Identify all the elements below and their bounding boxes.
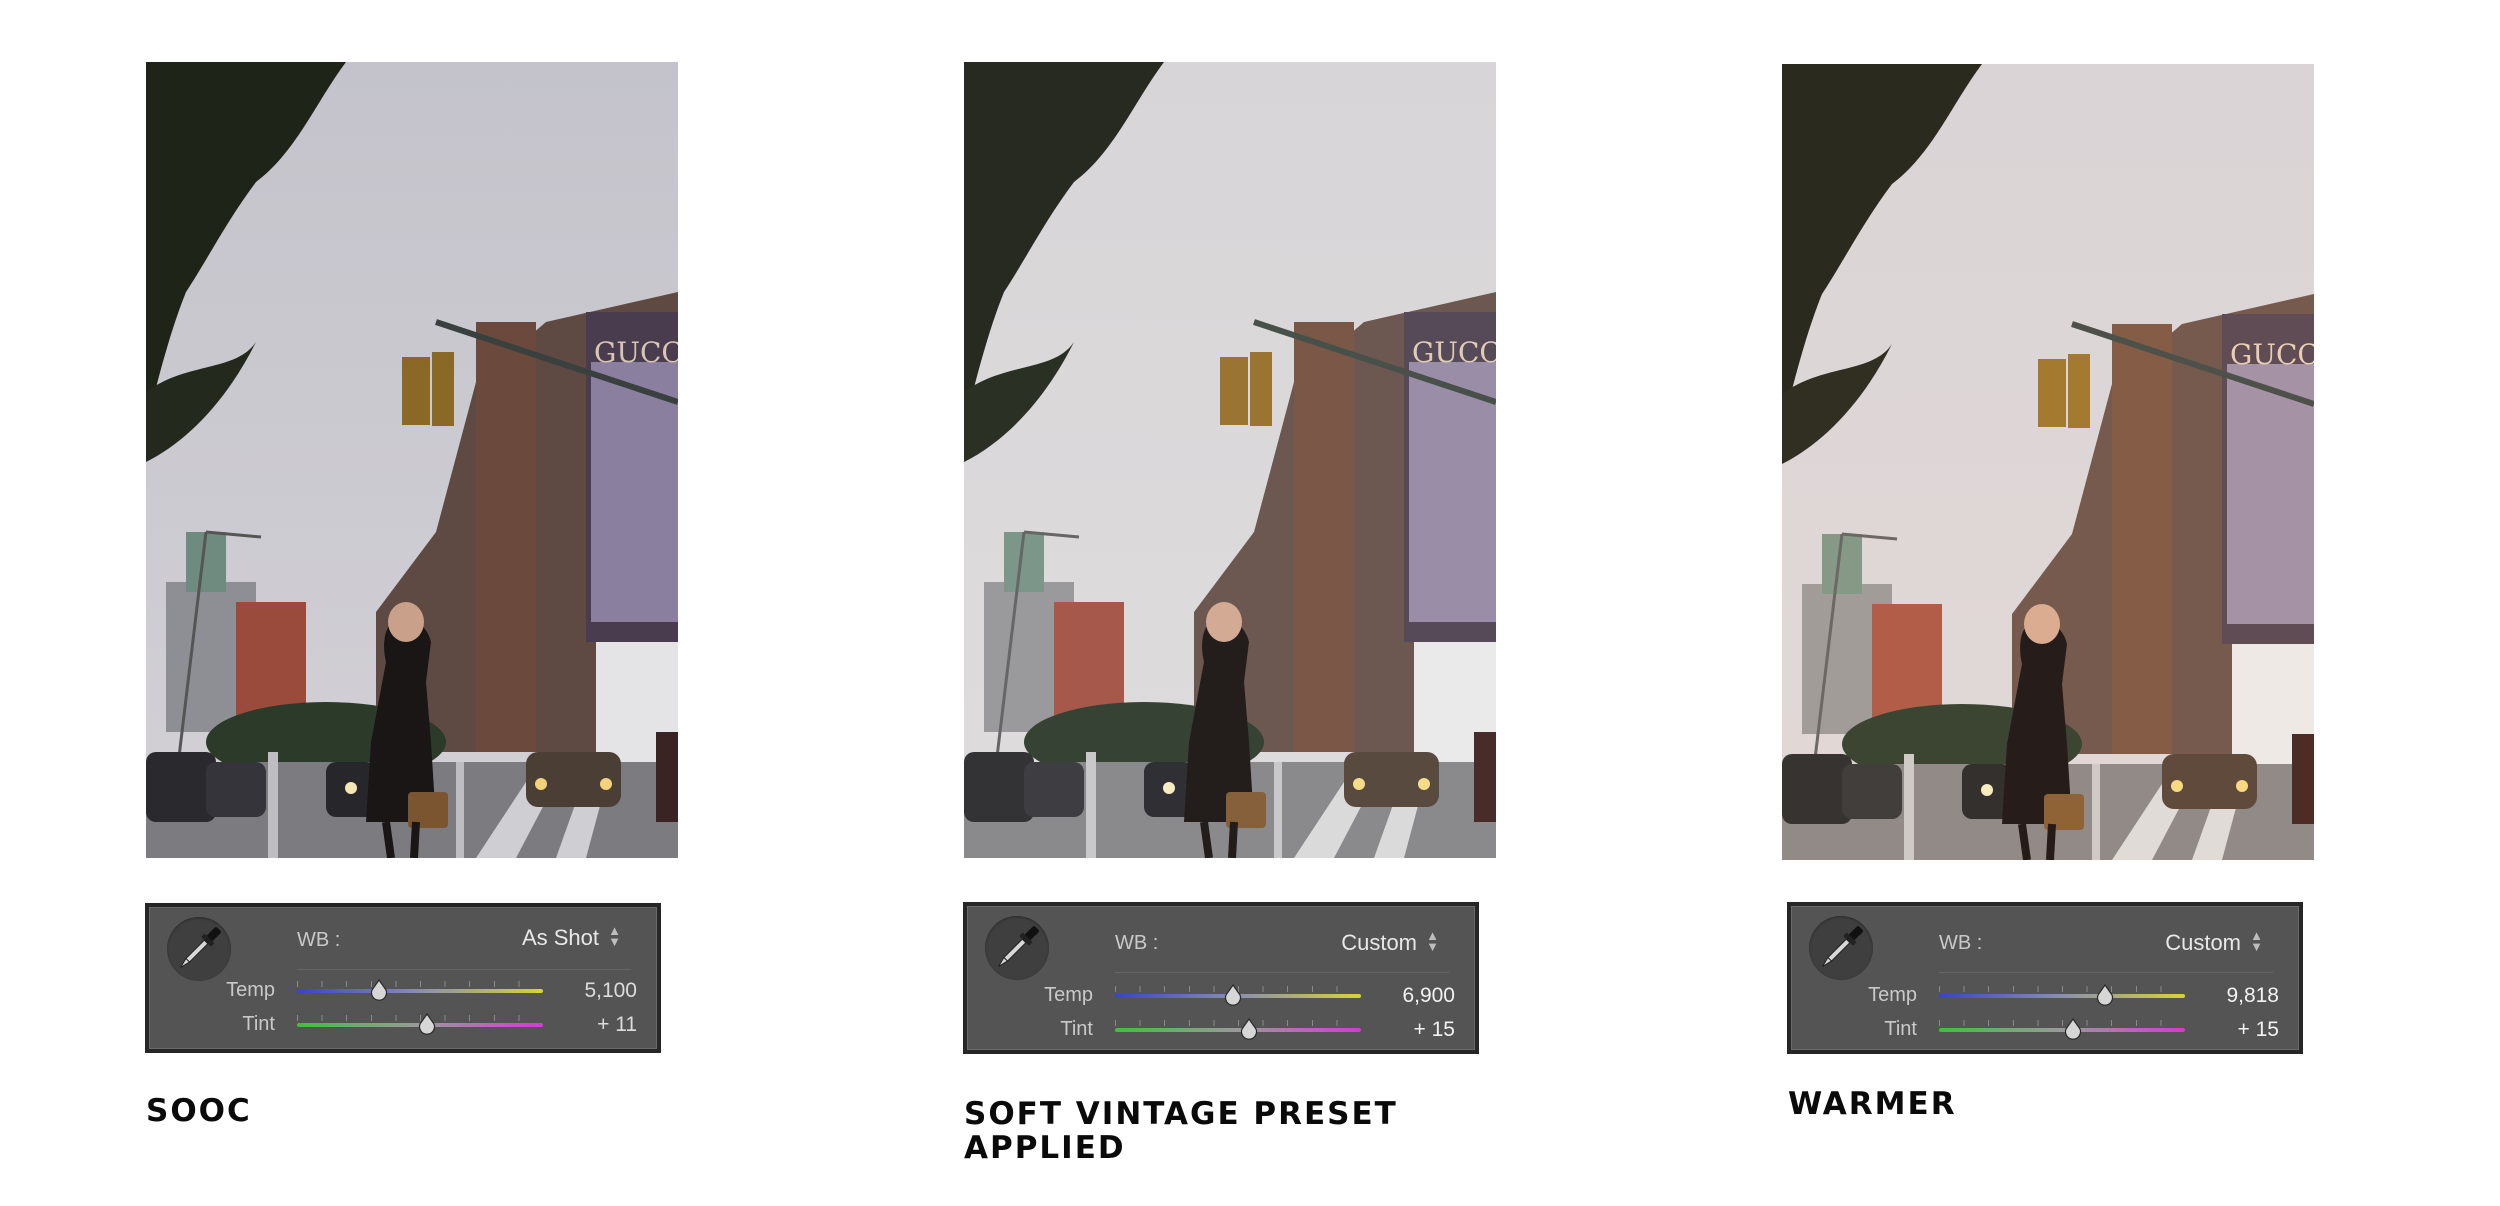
photo-soft-vintage: GUCCI: [964, 62, 1496, 858]
tint-label: Tint: [1060, 1018, 1093, 1040]
billboard-text: GUCCI: [594, 336, 678, 369]
caption-warmer: WARMER: [1788, 1086, 1957, 1122]
wb-mode-select[interactable]: As Shot: [522, 925, 599, 951]
eyedropper-button[interactable]: [167, 917, 231, 981]
slider-thumb-icon: [2064, 1018, 2082, 1040]
temp-slider-thumb[interactable]: [369, 979, 389, 1001]
tint-slider[interactable]: [1939, 1028, 2185, 1032]
billboard-text: GUCCI: [1412, 336, 1496, 369]
photo-sooc: GUCCI: [146, 62, 678, 858]
tint-slider-thumb[interactable]: [1239, 1018, 1259, 1040]
slider-thumb-icon: [2096, 984, 2114, 1006]
tint-value[interactable]: + 15: [2179, 1018, 2279, 1042]
tint-label: Tint: [1884, 1018, 1917, 1040]
temp-label: Temp: [226, 979, 275, 1001]
slider-thumb-icon: [1224, 984, 1242, 1006]
wb-panel-soft-vintage: WB : Custom ▲ ▼ Temp 6,900 Tint + 15: [963, 902, 1479, 1054]
slider-thumb-icon: [418, 1013, 436, 1035]
caption-sooc: SOOC: [146, 1093, 252, 1129]
caption-soft-vintage: SOFT VINTAGE PRESET APPLIED: [964, 1096, 1398, 1166]
wb-panel-sooc: WB : As Shot ▲ ▼ Temp 5,100 Tint + 11: [145, 903, 661, 1053]
temp-slider[interactable]: [297, 989, 543, 993]
billboard-text: GUCCI: [2230, 338, 2314, 371]
wb-label: WB :: [1115, 932, 1159, 954]
slider-thumb-icon: [370, 979, 388, 1001]
temp-slider-thumb[interactable]: [2095, 984, 2115, 1006]
temp-slider[interactable]: [1939, 994, 2185, 998]
wb-mode-select[interactable]: Custom: [1341, 930, 1417, 956]
tint-label: Tint: [242, 1013, 275, 1035]
temp-value[interactable]: 5,100: [537, 979, 637, 1003]
temp-label: Temp: [1044, 984, 1093, 1006]
eyedropper-icon: [180, 927, 221, 968]
tint-value[interactable]: + 15: [1355, 1018, 1455, 1042]
wb-label: WB :: [297, 929, 341, 951]
tint-slider-thumb[interactable]: [2063, 1018, 2083, 1040]
temp-ticks: [1939, 986, 2185, 992]
photo-warmer: GUCCI: [1782, 64, 2314, 860]
tint-value[interactable]: + 11: [537, 1013, 637, 1037]
street-photo: GUCCI: [1782, 64, 2314, 860]
eyedropper-icon: [1822, 926, 1863, 967]
tint-ticks: [1115, 1020, 1361, 1026]
temp-label: Temp: [1868, 984, 1917, 1006]
temp-value[interactable]: 9,818: [2179, 984, 2279, 1008]
temp-slider-thumb[interactable]: [1223, 984, 1243, 1006]
eyedropper-button[interactable]: [1809, 916, 1873, 980]
eyedropper-icon: [998, 926, 1039, 967]
temp-value[interactable]: 6,900: [1355, 984, 1455, 1008]
divider: [1115, 972, 1449, 973]
divider: [297, 969, 631, 970]
street-photo: GUCCI: [964, 62, 1496, 858]
temp-ticks: [297, 981, 543, 987]
tint-ticks: [1939, 1020, 2185, 1026]
divider: [1939, 972, 2273, 973]
tint-slider[interactable]: [1115, 1028, 1361, 1032]
up-down-arrows-icon[interactable]: ▲ ▼: [2250, 929, 2263, 953]
up-down-arrows-icon[interactable]: ▲ ▼: [608, 924, 621, 948]
wb-mode-select[interactable]: Custom: [2165, 930, 2241, 956]
eyedropper-button[interactable]: [985, 916, 1049, 980]
wb-panel-warmer: WB : Custom ▲ ▼ Temp 9,818 Tint + 15: [1787, 902, 2303, 1054]
wb-label: WB :: [1939, 932, 1983, 954]
slider-thumb-icon: [1240, 1018, 1258, 1040]
tint-slider-thumb[interactable]: [417, 1013, 437, 1035]
street-photo: GUCCI: [146, 62, 678, 858]
up-down-arrows-icon[interactable]: ▲ ▼: [1426, 929, 1439, 953]
